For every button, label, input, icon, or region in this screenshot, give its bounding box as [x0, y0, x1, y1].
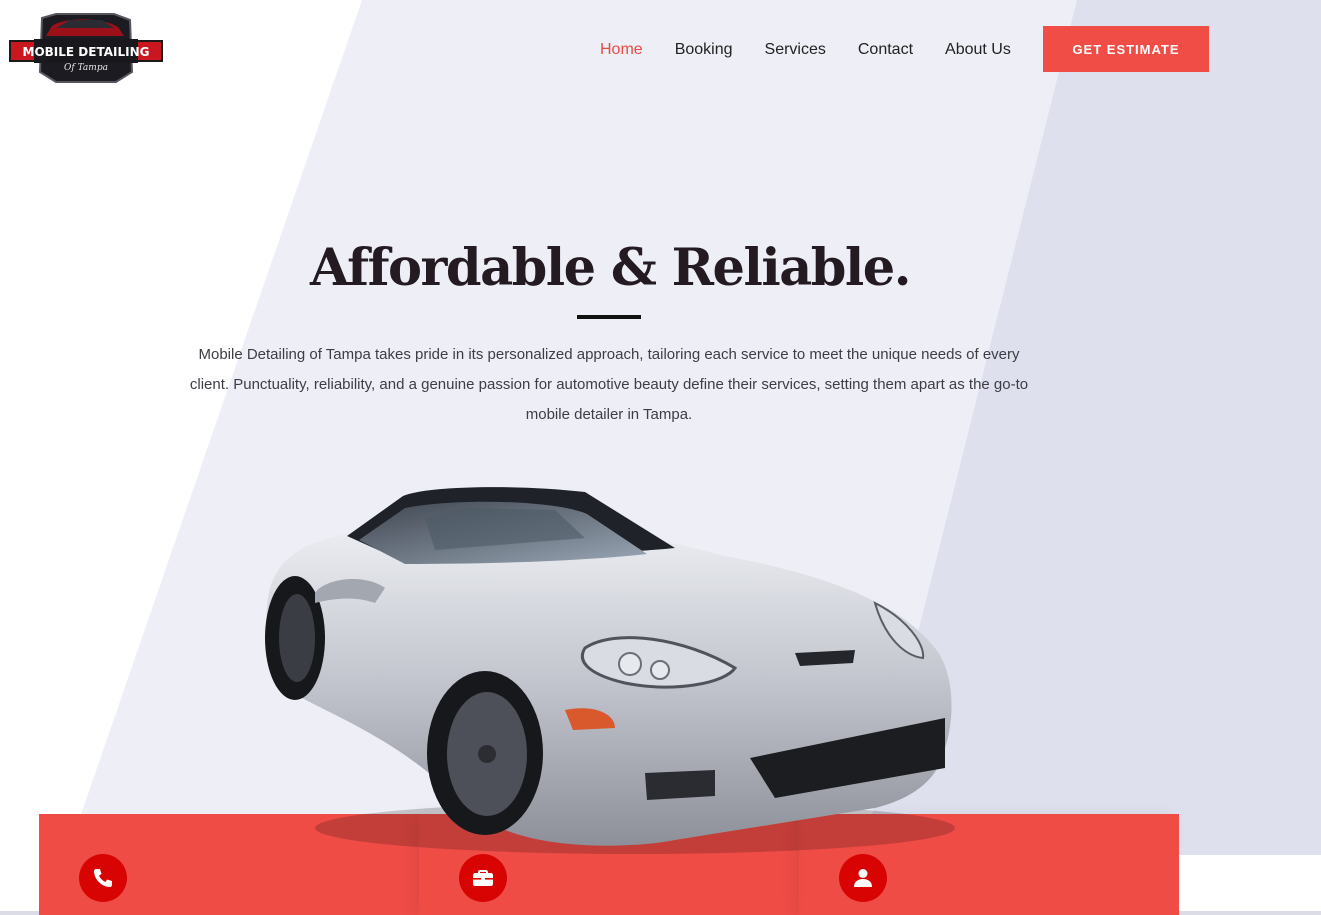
logo-text: MOBILE DETAILING	[23, 45, 150, 59]
logo[interactable]: MOBILE DETAILING Of Tampa	[8, 12, 164, 84]
hero-title: Affordable & Reliable.	[309, 238, 912, 298]
main-nav: Home Booking Services Contact About Us	[600, 38, 1011, 62]
nav-booking[interactable]: Booking	[675, 41, 733, 59]
phone-icon[interactable]	[79, 854, 127, 902]
title-divider	[577, 315, 641, 319]
logo-subtext: Of Tampa	[64, 63, 108, 73]
nav-about-us[interactable]: About Us	[945, 41, 1011, 59]
get-estimate-button[interactable]: GET ESTIMATE	[1043, 26, 1209, 72]
nav-contact[interactable]: Contact	[858, 41, 913, 59]
hero-description: Mobile Detailing of Tampa takes pride in…	[189, 346, 1029, 423]
nav-home[interactable]: Home	[600, 41, 643, 59]
car-image	[265, 487, 955, 854]
nav-services[interactable]: Services	[765, 41, 826, 59]
